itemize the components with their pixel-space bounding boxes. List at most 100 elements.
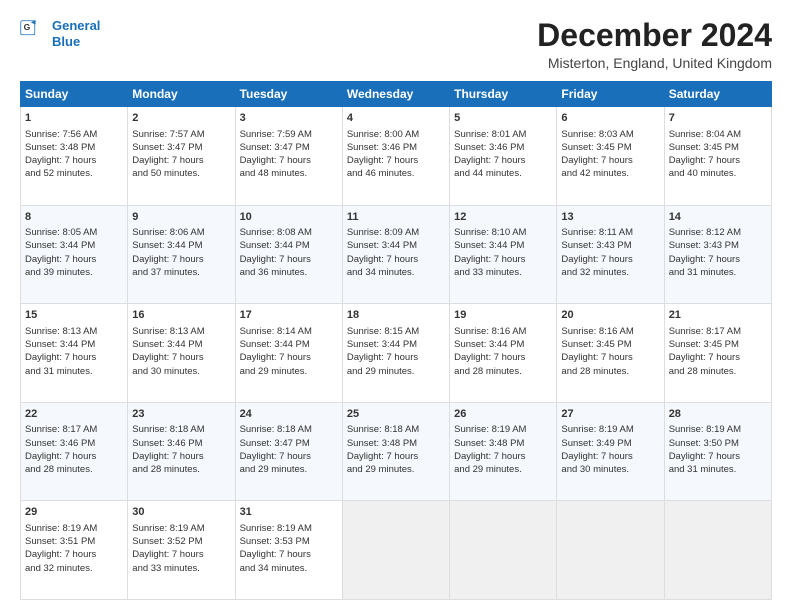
day-number: 29 — [25, 505, 123, 520]
daylight-label: Daylight: 7 hours — [454, 451, 525, 462]
day-number: 12 — [454, 210, 552, 225]
sunrise: Sunrise: 8:11 AM — [561, 227, 633, 238]
calendar-header-friday: Friday — [557, 82, 664, 107]
sunrise: Sunrise: 8:19 AM — [25, 523, 97, 534]
calendar-header-tuesday: Tuesday — [235, 82, 342, 107]
daylight-label: Daylight: 7 hours — [240, 352, 311, 363]
svg-text:G: G — [24, 22, 31, 32]
sunset: Sunset: 3:52 PM — [132, 536, 202, 547]
day-number: 26 — [454, 407, 552, 422]
daylight-value: and 31 minutes. — [25, 366, 93, 377]
calendar-cell: 2 Sunrise: 7:57 AM Sunset: 3:47 PM Dayli… — [128, 107, 235, 206]
calendar-cell: 22 Sunrise: 8:17 AM Sunset: 3:46 PM Dayl… — [21, 402, 128, 501]
sunrise: Sunrise: 7:56 AM — [25, 129, 97, 140]
daylight-label: Daylight: 7 hours — [25, 451, 96, 462]
daylight-label: Daylight: 7 hours — [669, 254, 740, 265]
daylight-label: Daylight: 7 hours — [347, 352, 418, 363]
sunset: Sunset: 3:45 PM — [669, 142, 739, 153]
day-number: 5 — [454, 111, 552, 126]
daylight-label: Daylight: 7 hours — [347, 155, 418, 166]
calendar-cell: 12 Sunrise: 8:10 AM Sunset: 3:44 PM Dayl… — [450, 205, 557, 304]
day-number: 11 — [347, 210, 445, 225]
sunset: Sunset: 3:43 PM — [669, 240, 739, 251]
sunset: Sunset: 3:44 PM — [25, 240, 95, 251]
daylight-value: and 29 minutes. — [454, 464, 522, 475]
daylight-value: and 40 minutes. — [669, 168, 737, 179]
calendar-cell: 26 Sunrise: 8:19 AM Sunset: 3:48 PM Dayl… — [450, 402, 557, 501]
daylight-label: Daylight: 7 hours — [347, 451, 418, 462]
daylight-value: and 33 minutes. — [454, 267, 522, 278]
calendar-cell: 15 Sunrise: 8:13 AM Sunset: 3:44 PM Dayl… — [21, 304, 128, 403]
sunrise: Sunrise: 8:00 AM — [347, 129, 419, 140]
calendar-cell: 28 Sunrise: 8:19 AM Sunset: 3:50 PM Dayl… — [664, 402, 771, 501]
daylight-value: and 46 minutes. — [347, 168, 415, 179]
calendar-cell: 9 Sunrise: 8:06 AM Sunset: 3:44 PM Dayli… — [128, 205, 235, 304]
daylight-label: Daylight: 7 hours — [454, 254, 525, 265]
day-number: 16 — [132, 308, 230, 323]
calendar-cell: 3 Sunrise: 7:59 AM Sunset: 3:47 PM Dayli… — [235, 107, 342, 206]
day-number: 2 — [132, 111, 230, 126]
logo-line1: General — [52, 18, 100, 33]
daylight-label: Daylight: 7 hours — [669, 352, 740, 363]
sunrise: Sunrise: 8:18 AM — [347, 424, 419, 435]
daylight-label: Daylight: 7 hours — [669, 451, 740, 462]
sunset: Sunset: 3:45 PM — [561, 339, 631, 350]
calendar-week-3: 15 Sunrise: 8:13 AM Sunset: 3:44 PM Dayl… — [21, 304, 772, 403]
daylight-value: and 33 minutes. — [132, 563, 200, 574]
daylight-value: and 36 minutes. — [240, 267, 308, 278]
calendar-cell — [450, 501, 557, 600]
sunset: Sunset: 3:50 PM — [669, 438, 739, 449]
daylight-label: Daylight: 7 hours — [561, 254, 632, 265]
logo: G General Blue — [20, 18, 100, 49]
daylight-value: and 30 minutes. — [561, 464, 629, 475]
calendar-cell — [557, 501, 664, 600]
daylight-label: Daylight: 7 hours — [669, 155, 740, 166]
calendar-cell: 14 Sunrise: 8:12 AM Sunset: 3:43 PM Dayl… — [664, 205, 771, 304]
daylight-label: Daylight: 7 hours — [454, 155, 525, 166]
sunrise: Sunrise: 8:16 AM — [454, 326, 526, 337]
sunrise: Sunrise: 8:19 AM — [561, 424, 633, 435]
day-number: 22 — [25, 407, 123, 422]
calendar-cell — [342, 501, 449, 600]
daylight-value: and 50 minutes. — [132, 168, 200, 179]
calendar-table: SundayMondayTuesdayWednesdayThursdayFrid… — [20, 81, 772, 600]
calendar-cell: 21 Sunrise: 8:17 AM Sunset: 3:45 PM Dayl… — [664, 304, 771, 403]
calendar-cell: 29 Sunrise: 8:19 AM Sunset: 3:51 PM Dayl… — [21, 501, 128, 600]
sunset: Sunset: 3:53 PM — [240, 536, 310, 547]
daylight-value: and 37 minutes. — [132, 267, 200, 278]
sunset: Sunset: 3:46 PM — [347, 142, 417, 153]
daylight-value: and 31 minutes. — [669, 464, 737, 475]
daylight-value: and 29 minutes. — [347, 464, 415, 475]
calendar-cell: 7 Sunrise: 8:04 AM Sunset: 3:45 PM Dayli… — [664, 107, 771, 206]
day-number: 28 — [669, 407, 767, 422]
calendar-cell — [664, 501, 771, 600]
daylight-value: and 48 minutes. — [240, 168, 308, 179]
sunset: Sunset: 3:44 PM — [347, 240, 417, 251]
header: G General Blue December 2024 Misterton, … — [20, 18, 772, 71]
daylight-value: and 34 minutes. — [240, 563, 308, 574]
daylight-value: and 28 minutes. — [561, 366, 629, 377]
calendar-cell: 4 Sunrise: 8:00 AM Sunset: 3:46 PM Dayli… — [342, 107, 449, 206]
sunrise: Sunrise: 8:04 AM — [669, 129, 741, 140]
calendar-cell: 20 Sunrise: 8:16 AM Sunset: 3:45 PM Dayl… — [557, 304, 664, 403]
day-number: 9 — [132, 210, 230, 225]
calendar-cell: 17 Sunrise: 8:14 AM Sunset: 3:44 PM Dayl… — [235, 304, 342, 403]
sunrise: Sunrise: 8:10 AM — [454, 227, 526, 238]
calendar-week-5: 29 Sunrise: 8:19 AM Sunset: 3:51 PM Dayl… — [21, 501, 772, 600]
day-number: 21 — [669, 308, 767, 323]
daylight-label: Daylight: 7 hours — [132, 549, 203, 560]
location: Misterton, England, United Kingdom — [537, 55, 772, 71]
day-number: 7 — [669, 111, 767, 126]
daylight-label: Daylight: 7 hours — [132, 254, 203, 265]
day-number: 19 — [454, 308, 552, 323]
sunrise: Sunrise: 8:18 AM — [240, 424, 312, 435]
sunset: Sunset: 3:44 PM — [132, 339, 202, 350]
sunrise: Sunrise: 8:16 AM — [561, 326, 633, 337]
sunrise: Sunrise: 8:13 AM — [132, 326, 204, 337]
calendar-cell: 25 Sunrise: 8:18 AM Sunset: 3:48 PM Dayl… — [342, 402, 449, 501]
calendar-cell: 8 Sunrise: 8:05 AM Sunset: 3:44 PM Dayli… — [21, 205, 128, 304]
logo-text: General Blue — [52, 18, 100, 49]
sunrise: Sunrise: 8:19 AM — [454, 424, 526, 435]
calendar-header-thursday: Thursday — [450, 82, 557, 107]
calendar-cell: 16 Sunrise: 8:13 AM Sunset: 3:44 PM Dayl… — [128, 304, 235, 403]
